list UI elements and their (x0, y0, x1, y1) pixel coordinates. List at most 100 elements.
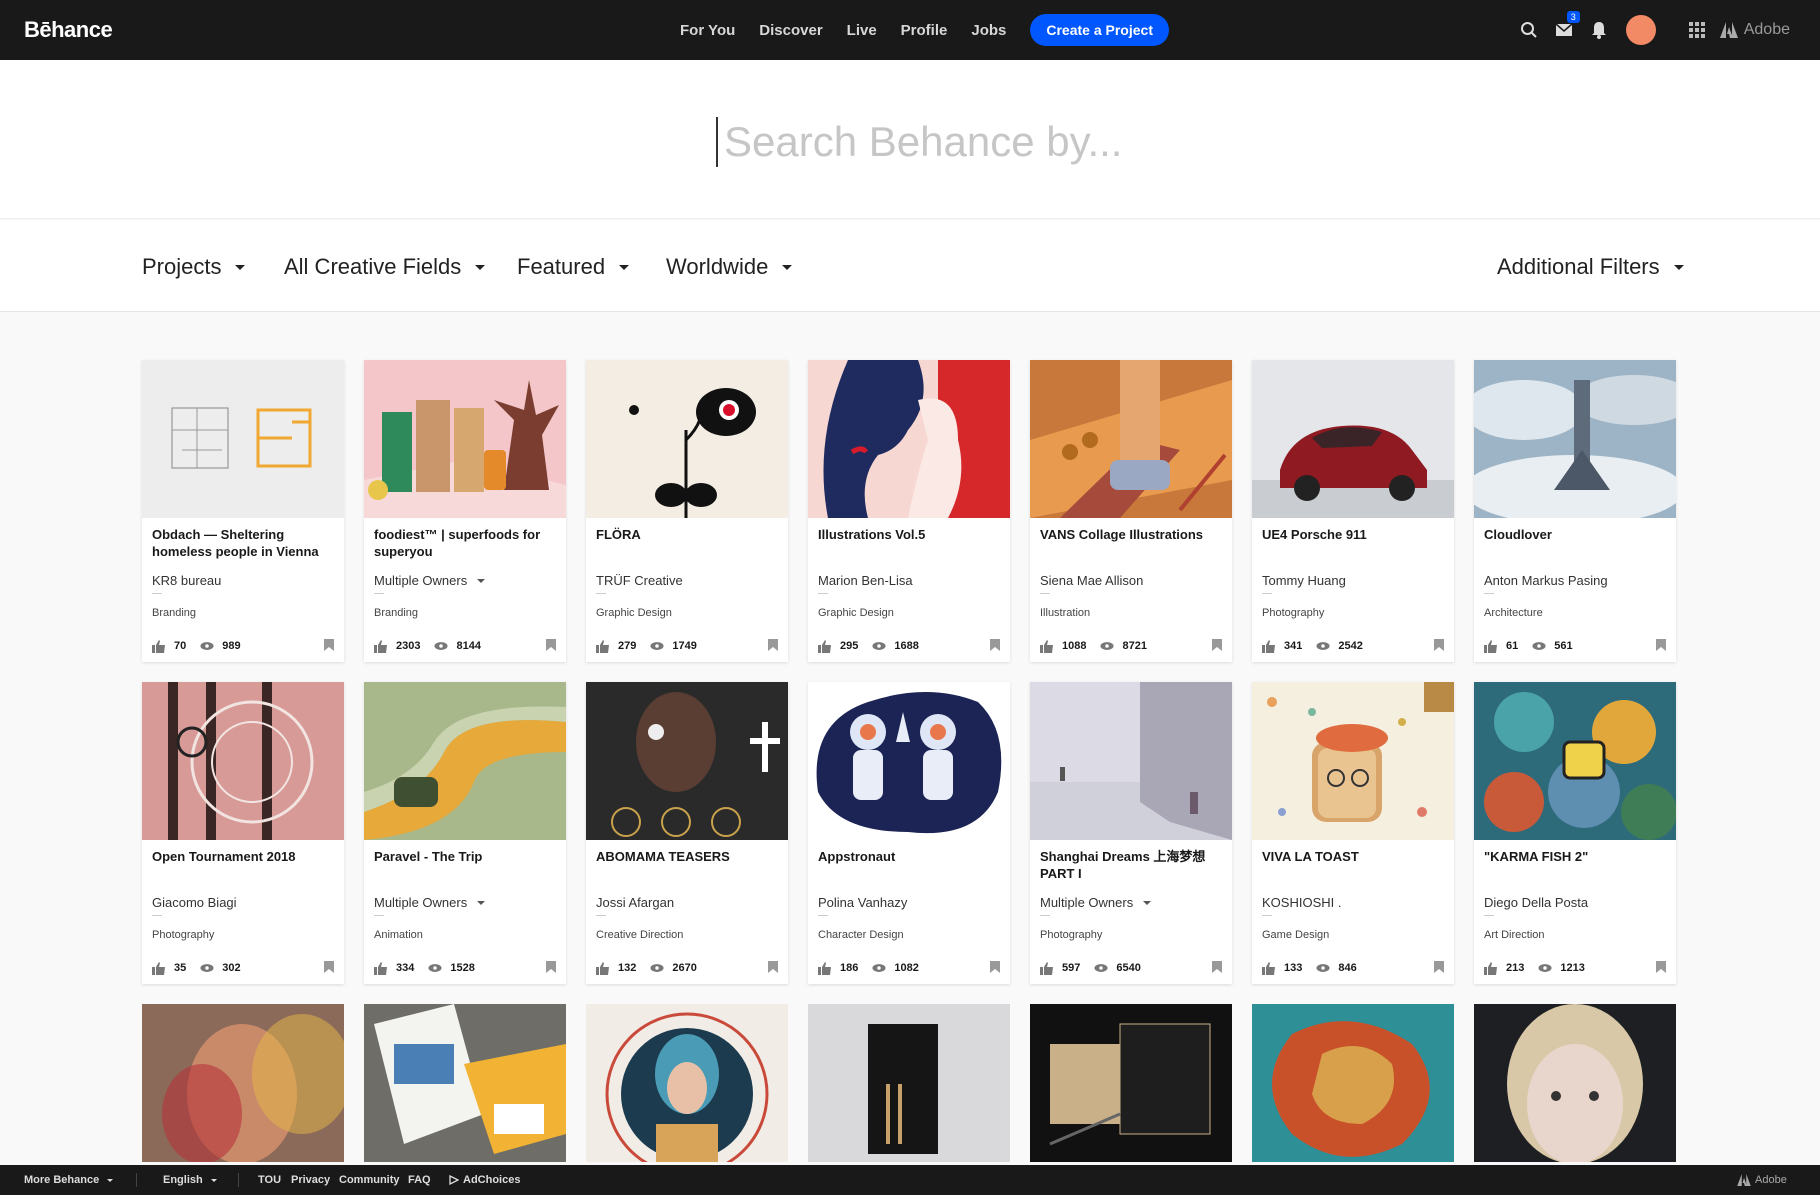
project-field[interactable]: Graphic Design (596, 607, 672, 619)
project-thumbnail[interactable] (1030, 360, 1232, 518)
project-field[interactable]: Illustration (1040, 607, 1090, 619)
project-card[interactable]: Paravel - The Trip Multiple Owners Anima… (364, 682, 566, 984)
search-icon[interactable] (1518, 19, 1540, 41)
bookmark-icon[interactable] (990, 639, 1000, 654)
project-field[interactable]: Art Direction (1484, 929, 1545, 941)
project-thumbnail[interactable] (1030, 682, 1232, 840)
project-field[interactable]: Creative Direction (596, 929, 683, 941)
footer-link-faq[interactable]: FAQ (408, 1174, 431, 1186)
project-title[interactable]: FLÖRA (596, 526, 776, 543)
bookmark-icon[interactable] (324, 639, 334, 654)
project-card[interactable]: Appstronaut Polina Vanhazy Character Des… (808, 682, 1010, 984)
project-owner[interactable]: Giacomo Biagi (152, 895, 237, 910)
project-thumbnail[interactable] (1474, 682, 1676, 840)
bookmark-icon[interactable] (1434, 961, 1444, 976)
behance-logo[interactable]: Bēhance (24, 17, 113, 43)
project-owner[interactable]: Diego Della Posta (1484, 895, 1588, 910)
footer-adobe-link[interactable]: Adobe (1737, 1174, 1787, 1186)
project-thumbnail[interactable] (142, 1004, 344, 1162)
bookmark-icon[interactable] (1212, 961, 1222, 976)
project-thumbnail[interactable] (586, 1004, 788, 1162)
project-field[interactable]: Character Design (818, 929, 904, 941)
bookmark-icon[interactable] (768, 961, 778, 976)
project-title[interactable]: Illustrations Vol.5 (818, 526, 998, 543)
bookmark-icon[interactable] (546, 961, 556, 976)
filter-worldwide-dropdown[interactable]: Worldwide (666, 254, 793, 280)
project-owner[interactable]: Marion Ben-Lisa (818, 573, 913, 588)
project-card[interactable]: VIVA LA TOAST KOSHIOSHI . Game Design 13… (1252, 682, 1454, 984)
project-thumbnail[interactable] (364, 682, 566, 840)
messages-icon[interactable]: 3 (1553, 11, 1580, 41)
bookmark-icon[interactable] (1656, 961, 1666, 976)
language-dropdown[interactable]: English (163, 1174, 217, 1186)
project-thumbnail[interactable] (142, 360, 344, 518)
project-card[interactable]: Illustrations Vol.5 Marion Ben-Lisa Grap… (808, 360, 1010, 662)
filter-featured-dropdown[interactable]: Featured (517, 254, 630, 280)
bookmark-icon[interactable] (768, 639, 778, 654)
adobe-link[interactable]: Adobe (1719, 21, 1790, 39)
project-card[interactable]: ABOMAMA TEASERS Jossi Afargan Creative D… (586, 682, 788, 984)
project-thumbnail[interactable] (586, 360, 788, 518)
project-title[interactable]: Appstronaut (818, 848, 998, 865)
project-field[interactable]: Branding (374, 607, 418, 619)
project-thumbnail[interactable] (808, 360, 1010, 518)
project-field[interactable]: Photography (152, 929, 214, 941)
filter-creative-fields-dropdown[interactable]: All Creative Fields (284, 254, 486, 280)
project-title[interactable]: Obdach — Sheltering homeless people in V… (152, 526, 332, 560)
project-field[interactable]: Branding (152, 607, 196, 619)
apps-grid-icon[interactable] (1686, 19, 1708, 41)
project-thumbnail[interactable] (142, 682, 344, 840)
bookmark-icon[interactable] (1212, 639, 1222, 654)
project-owner[interactable]: Anton Markus Pasing (1484, 573, 1608, 588)
bookmark-icon[interactable] (546, 639, 556, 654)
project-card[interactable]: Open Tournament 2018 Giacomo Biagi Photo… (142, 682, 344, 984)
search-input[interactable] (724, 110, 1424, 174)
footer-link-tou[interactable]: TOU (258, 1174, 281, 1186)
project-card[interactable]: Shanghai Dreams 上海梦想 PART I Multiple Own… (1030, 682, 1232, 984)
bookmark-icon[interactable] (990, 961, 1000, 976)
project-thumbnail[interactable] (808, 1004, 1010, 1162)
create-project-button[interactable]: Create a Project (1030, 14, 1169, 46)
project-thumbnail[interactable] (1252, 360, 1454, 518)
notifications-bell-icon[interactable] (1588, 19, 1610, 41)
project-title[interactable]: VIVA LA TOAST (1262, 848, 1442, 865)
filter-projects-dropdown[interactable]: Projects (142, 254, 246, 280)
project-thumbnail[interactable] (1474, 1004, 1676, 1162)
nav-jobs[interactable]: Jobs (971, 22, 1006, 39)
nav-profile[interactable]: Profile (901, 22, 948, 39)
project-field[interactable]: Photography (1040, 929, 1102, 941)
project-field[interactable]: Photography (1262, 607, 1324, 619)
project-card[interactable]: UE4 Porsche 911 Tommy Huang Photography … (1252, 360, 1454, 662)
user-avatar[interactable] (1625, 15, 1656, 45)
project-title[interactable]: Shanghai Dreams 上海梦想 PART I (1040, 848, 1220, 882)
bookmark-icon[interactable] (1434, 639, 1444, 654)
project-card[interactable]: FLÖRA TRÜF Creative Graphic Design 279 1… (586, 360, 788, 662)
adchoices-link[interactable]: AdChoices (449, 1174, 520, 1186)
footer-link-community[interactable]: Community (339, 1174, 400, 1186)
project-owner[interactable]: TRÜF Creative (596, 573, 683, 588)
bookmark-icon[interactable] (324, 961, 334, 976)
project-title[interactable]: foodiest™ | superfoods for superyou (374, 526, 554, 560)
project-title[interactable]: ABOMAMA TEASERS (596, 848, 776, 865)
project-owner[interactable]: Siena Mae Allison (1040, 573, 1143, 588)
footer-link-privacy[interactable]: Privacy (291, 1174, 330, 1186)
project-thumbnail[interactable] (1252, 682, 1454, 840)
project-owner[interactable]: Multiple Owners (1040, 895, 1152, 910)
project-owner[interactable]: KOSHIOSHI . (1262, 895, 1341, 910)
project-thumbnail[interactable] (1030, 1004, 1232, 1162)
bookmark-icon[interactable] (1656, 639, 1666, 654)
project-field[interactable]: Graphic Design (818, 607, 894, 619)
project-card[interactable]: "KARMA FISH 2" Diego Della Posta Art Dir… (1474, 682, 1676, 984)
more-behance-dropdown[interactable]: More Behance (24, 1174, 114, 1186)
project-title[interactable]: "KARMA FISH 2" (1484, 848, 1664, 865)
project-title[interactable]: Cloudlover (1484, 526, 1664, 543)
project-field[interactable]: Architecture (1484, 607, 1543, 619)
project-thumbnail[interactable] (1474, 360, 1676, 518)
project-owner[interactable]: Multiple Owners (374, 895, 486, 910)
nav-live[interactable]: Live (847, 22, 877, 39)
project-title[interactable]: Open Tournament 2018 (152, 848, 332, 865)
project-owner[interactable]: Tommy Huang (1262, 573, 1346, 588)
project-card[interactable]: foodiest™ | superfoods for superyou Mult… (364, 360, 566, 662)
nav-for-you[interactable]: For You (680, 22, 735, 39)
project-title[interactable]: VANS Collage Illustrations (1040, 526, 1220, 543)
